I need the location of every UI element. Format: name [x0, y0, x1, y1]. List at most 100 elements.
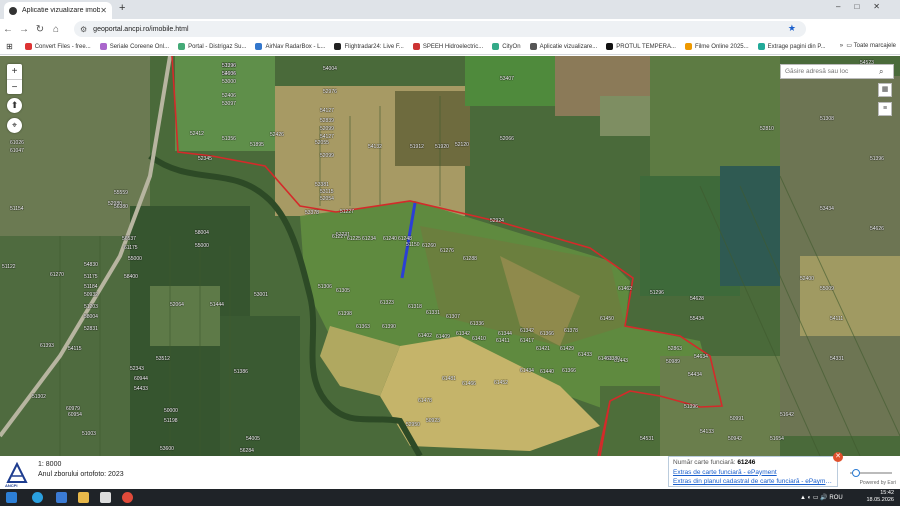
- parcel-number-label[interactable]: 51920: [435, 144, 449, 150]
- parcel-number-label[interactable]: 51154: [10, 206, 24, 212]
- new-tab-button[interactable]: +: [119, 2, 125, 14]
- parcel-number-label[interactable]: 51227: [340, 209, 354, 215]
- parcel-number-label[interactable]: 61260: [422, 243, 436, 249]
- parcel-number-label[interactable]: 51654: [770, 436, 784, 442]
- parcel-number-label[interactable]: 61240: [383, 236, 397, 242]
- parcel-number-label[interactable]: 61409: [436, 334, 450, 340]
- parcel-number-label[interactable]: 58004: [84, 314, 98, 320]
- parcel-number-label[interactable]: 51198: [164, 418, 178, 424]
- parcel-number-label[interactable]: 51396: [684, 404, 698, 410]
- parcel-number-label[interactable]: 51302: [32, 394, 46, 400]
- parcel-number-label[interactable]: 52426: [270, 132, 284, 138]
- parcel-number-label[interactable]: 61411: [496, 338, 510, 344]
- parcel-number-label[interactable]: 61318: [408, 304, 422, 310]
- parcel-number-label[interactable]: 54626: [870, 226, 884, 232]
- parcel-number-label[interactable]: 60944: [134, 376, 148, 382]
- store-icon[interactable]: [56, 492, 67, 503]
- clock[interactable]: 15:42 18.05.2026: [866, 490, 894, 504]
- bookmark-item[interactable]: Filme Online 2025...: [684, 43, 749, 50]
- reload-icon[interactable]: ↻: [32, 24, 48, 35]
- parcel-number-label[interactable]: 61305: [336, 288, 350, 294]
- parcel-number-label[interactable]: 58400: [124, 274, 138, 280]
- parcel-number-label[interactable]: 61417: [520, 338, 534, 344]
- address-bar[interactable]: ⚙ geoportal.ancpi.ro/imobile.html ★: [74, 21, 806, 37]
- parcel-number-label[interactable]: 55559: [114, 190, 128, 196]
- parcel-number-label[interactable]: 54628: [690, 296, 704, 302]
- bookmark-item[interactable]: Convert Files - free...: [24, 43, 91, 50]
- parcel-number-label[interactable]: 52412: [190, 131, 204, 137]
- parcel-number-label[interactable]: 54115: [68, 346, 82, 352]
- parcel-number-label[interactable]: 52345: [198, 156, 212, 162]
- parcel-number-label[interactable]: 56380: [114, 204, 128, 210]
- parcel-number-label[interactable]: 55000: [195, 243, 209, 249]
- parcel-number-label[interactable]: 52831: [84, 326, 98, 332]
- parcel-number-label[interactable]: 60954: [68, 412, 82, 418]
- parcel-number-label[interactable]: 52099: [320, 126, 334, 132]
- parcel-number-label[interactable]: 61440: [540, 369, 554, 375]
- parcel-number-label[interactable]: 51003: [82, 431, 96, 437]
- basemap-gallery-button[interactable]: ▦: [878, 83, 892, 97]
- parcel-number-label[interactable]: 52924: [490, 218, 504, 224]
- parcel-number-label[interactable]: 50000: [164, 408, 178, 414]
- parcel-number-label[interactable]: 51296: [650, 290, 664, 296]
- bookmark-item[interactable]: Seriale Coreene Onl...: [99, 43, 169, 50]
- parcel-number-label[interactable]: 54434: [688, 372, 702, 378]
- parcel-number-label[interactable]: 51642: [780, 412, 794, 418]
- parcel-number-label[interactable]: 54531: [640, 436, 654, 442]
- locate-button[interactable]: ⌖: [7, 118, 22, 133]
- parcel-number-label[interactable]: 51912: [410, 144, 424, 150]
- opacity-slider[interactable]: [846, 468, 894, 478]
- search-input[interactable]: [781, 68, 879, 75]
- parcel-number-label[interactable]: 61047: [10, 148, 24, 154]
- parcel-number-label[interactable]: 53407: [500, 76, 514, 82]
- parcel-number-label[interactable]: 51396: [222, 63, 236, 69]
- parcel-number-label[interactable]: 53000: [222, 79, 236, 85]
- parcel-number-label[interactable]: 51444: [210, 302, 224, 308]
- parcel-number-label[interactable]: 53381: [315, 182, 329, 188]
- edge-icon[interactable]: [32, 492, 43, 503]
- zoom-control[interactable]: + −: [7, 64, 22, 94]
- parcel-number-label[interactable]: 61380: [606, 356, 620, 362]
- parcel-number-label[interactable]: 51150: [406, 242, 420, 248]
- parcel-number-label[interactable]: 61342: [456, 331, 470, 337]
- parcel-number-label[interactable]: 52055: [315, 140, 329, 146]
- parcel-number-label[interactable]: 55434: [690, 316, 704, 322]
- parcel-number-label[interactable]: 53097: [222, 101, 236, 107]
- bookmark-item[interactable]: CityOn: [492, 43, 521, 50]
- parcel-number-label[interactable]: 50989: [666, 359, 680, 365]
- parcel-number-label[interactable]: 51122: [2, 264, 16, 270]
- parcel-number-label[interactable]: 50942: [728, 436, 742, 442]
- parcel-number-label[interactable]: 61331: [426, 310, 440, 316]
- parcel-number-label[interactable]: 52400: [800, 276, 814, 282]
- parcel-number-label[interactable]: 50923: [426, 418, 440, 424]
- parcel-number-label[interactable]: 61342: [520, 328, 534, 334]
- search-icon[interactable]: ⌕: [879, 67, 883, 77]
- parcel-number-label[interactable]: 51308: [820, 116, 834, 122]
- parcel-number-label[interactable]: 54133: [700, 429, 714, 435]
- parcel-number-label[interactable]: 52066: [500, 136, 514, 142]
- extras-cf-link[interactable]: Extras de carte funciară - ePayment: [673, 468, 833, 478]
- chrome-icon[interactable]: [122, 492, 133, 503]
- parcel-number-label[interactable]: 58004: [195, 230, 209, 236]
- file-explorer-icon[interactable]: [78, 492, 89, 503]
- parcel-number-label[interactable]: 52064: [170, 302, 184, 308]
- apps-grid-icon[interactable]: ⊞: [6, 42, 13, 51]
- parcel-number-label[interactable]: 54004: [323, 66, 337, 72]
- parcel-number-label[interactable]: 53115: [320, 189, 334, 195]
- forward-icon[interactable]: →: [16, 24, 32, 35]
- parcel-number-label[interactable]: 53434: [820, 206, 834, 212]
- bookmark-item[interactable]: AirNav RadarBox - L...: [255, 43, 325, 50]
- parcel-number-label[interactable]: 61366: [562, 368, 576, 374]
- parcel-number-label[interactable]: 61225: [347, 236, 361, 242]
- parcel-number-label[interactable]: 51306: [318, 284, 332, 290]
- parcel-number-label[interactable]: 61323: [380, 300, 394, 306]
- bookmark-item[interactable]: Extrage pagini din P...: [757, 43, 826, 50]
- close-tab-icon[interactable]: ✕: [100, 6, 107, 15]
- parcel-number-label[interactable]: 52343: [130, 366, 144, 372]
- parcel-number-label[interactable]: 61462: [618, 286, 632, 292]
- extras-plan-cadastral-link[interactable]: Extras din planul cadastral de carte fun…: [673, 477, 833, 487]
- bookmark-item[interactable]: SPEEH Hidroelectric...: [412, 43, 483, 50]
- parcel-number-label[interactable]: 54433: [134, 386, 148, 392]
- parcel-number-label[interactable]: 51175: [84, 274, 98, 280]
- parcel-number-label[interactable]: 61402: [418, 333, 432, 339]
